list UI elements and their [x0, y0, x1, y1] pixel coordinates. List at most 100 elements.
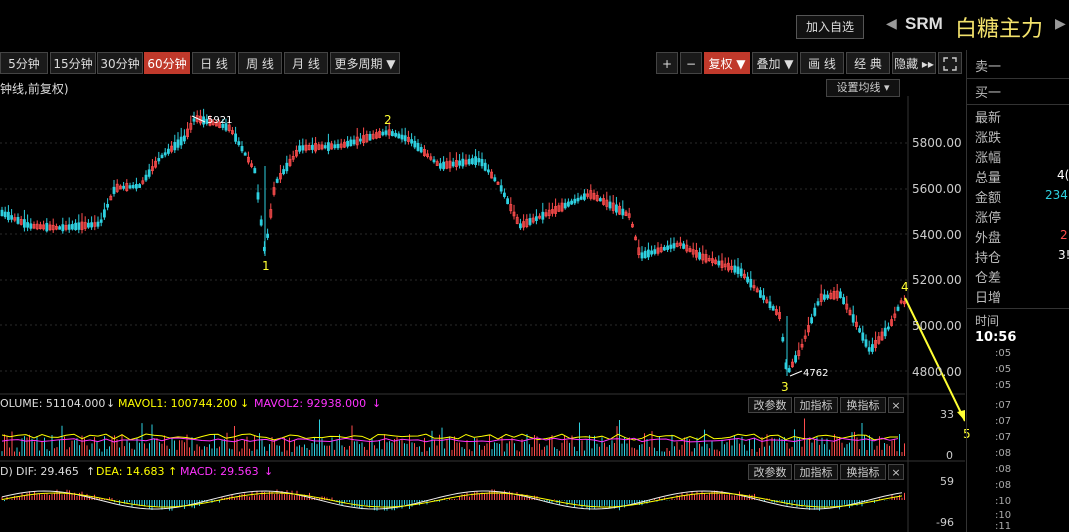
macd-edit-params-button[interactable]: 改参数 — [748, 464, 792, 480]
candle-body — [570, 200, 573, 205]
restore-rights-dropdown[interactable]: 复权 ▼ — [704, 52, 750, 74]
candle-body — [839, 291, 842, 298]
candle-body — [87, 222, 90, 228]
candle-body — [192, 118, 196, 122]
wave-label-2: 2 — [384, 113, 392, 127]
zoom-in-button[interactable]: + — [656, 52, 678, 74]
quote-row-label: 最新 — [975, 111, 1002, 126]
candle-body — [16, 216, 20, 224]
previous-symbol-icon[interactable]: ◀ — [886, 16, 897, 32]
next-symbol-icon[interactable]: ▶ — [1055, 16, 1066, 32]
candle-body — [301, 145, 305, 151]
macd-add-indicator-button[interactable]: 加指标 — [794, 464, 838, 480]
period-5min-tab[interactable]: 5分钟 — [0, 52, 48, 74]
outer-volume-value: 2 — [1060, 228, 1068, 242]
quote-row-label: 日增 — [975, 291, 1002, 306]
current-time: 10:56 — [975, 330, 1017, 345]
quote-row-label: 涨停 — [975, 211, 1002, 226]
period-monthly-tab[interactable]: 月 线 — [284, 52, 328, 74]
divider — [966, 78, 1069, 79]
candle-body — [608, 201, 612, 209]
candle-body — [599, 198, 602, 202]
candle-body — [887, 326, 890, 330]
candle-body — [486, 169, 490, 173]
candle-body — [896, 306, 900, 311]
macd-label: MACD: 29.563 — [180, 465, 259, 478]
macd-tick: 59 — [940, 475, 954, 488]
price-tick: 5000.00 — [912, 319, 962, 333]
symbol-code: SRM — [905, 14, 943, 33]
candle-body — [519, 223, 522, 229]
macd-switch-indicator-button[interactable]: 换指标 — [840, 464, 886, 480]
candle-body — [419, 147, 423, 153]
up-arrow-icon: ↑ — [168, 465, 178, 478]
candle-body — [26, 222, 30, 228]
candle-body — [858, 328, 861, 333]
macd-close-button[interactable]: × — [888, 464, 904, 480]
down-arrow-icon: ↓ — [372, 397, 382, 410]
candle-body — [851, 314, 855, 323]
fullscreen-button[interactable] — [938, 52, 962, 74]
candle-body — [502, 192, 506, 197]
period-daily-tab[interactable]: 日 线 — [192, 52, 236, 74]
candle-body — [813, 307, 817, 316]
draw-line-button[interactable]: 画 线 — [800, 52, 844, 74]
candle-body — [384, 130, 388, 135]
candle-body — [173, 142, 177, 151]
candle-body — [480, 159, 484, 167]
zoom-out-button[interactable]: − — [680, 52, 702, 74]
time-tick: :10 — [995, 496, 1012, 507]
candle-body — [458, 160, 462, 166]
candle-body — [103, 209, 106, 218]
time-tick: :08 — [995, 448, 1012, 459]
up-arrow-icon: ↑ — [86, 465, 96, 478]
candle-body — [256, 192, 260, 200]
open-interest-value: 3! — [1058, 248, 1069, 262]
candle-body — [541, 211, 545, 220]
candle-body — [640, 252, 644, 259]
candle-body — [147, 169, 151, 177]
candle-body — [45, 222, 49, 232]
period-15min-tab[interactable]: 15分钟 — [50, 52, 96, 74]
candle-body — [493, 177, 497, 182]
period-weekly-tab[interactable]: 周 线 — [238, 52, 282, 74]
candle-body — [528, 218, 532, 225]
candle-body — [816, 301, 820, 306]
candle-body — [867, 347, 871, 352]
volume-switch-indicator-button[interactable]: 换指标 — [840, 397, 886, 413]
time-tick: :08 — [995, 464, 1012, 475]
candle-body — [861, 332, 865, 341]
candle-body — [96, 221, 100, 227]
candle-body — [483, 162, 487, 171]
period-30min-tab[interactable]: 30分钟 — [97, 52, 143, 74]
candle-body — [615, 204, 618, 213]
candle-body — [467, 158, 471, 165]
time-tick: :05 — [995, 348, 1012, 359]
add-to-watchlist-button[interactable]: 加入自选 — [796, 15, 864, 39]
candle-body — [653, 249, 657, 254]
overlay-dropdown[interactable]: 叠加 ▼ — [752, 52, 798, 74]
candle-body — [771, 306, 775, 311]
candle-body — [3, 211, 7, 218]
quote-row-label: 涨幅 — [975, 151, 1002, 166]
volume-edit-params-button[interactable]: 改参数 — [748, 397, 792, 413]
volume-close-button[interactable]: × — [888, 397, 904, 413]
candle-body — [282, 169, 286, 175]
hide-button[interactable]: 隐藏 ▸▸ — [892, 52, 936, 74]
candle-body — [179, 136, 183, 146]
candle-body — [650, 250, 653, 255]
candle-body — [583, 193, 586, 200]
wave-label-3: 3 — [781, 380, 789, 394]
candle-body — [67, 224, 71, 230]
more-periods-dropdown[interactable]: 更多周期 ▼ — [330, 52, 400, 74]
period-60min-tab[interactable]: 60分钟 — [144, 52, 190, 74]
time-header: 时间 — [975, 314, 1000, 328]
candle-body — [390, 131, 394, 137]
divider — [966, 308, 1069, 309]
macd-series — [1, 489, 905, 511]
volume-add-indicator-button[interactable]: 加指标 — [794, 397, 838, 413]
candle-body — [74, 222, 77, 231]
price-tick: 5800.00 — [912, 136, 962, 150]
high-price-label: 5921 — [207, 115, 233, 126]
classic-button[interactable]: 经 典 — [846, 52, 890, 74]
